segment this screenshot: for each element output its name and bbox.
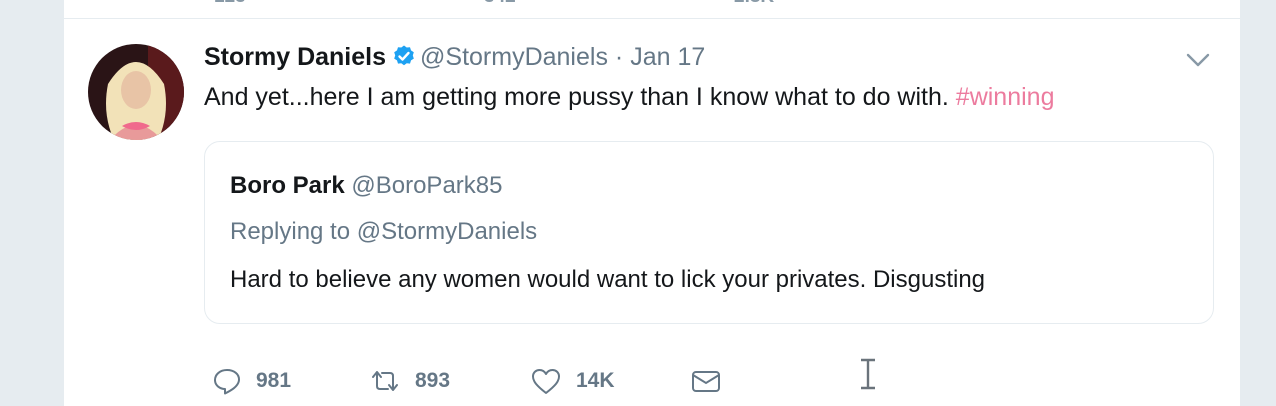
previous-reply-count[interactable]: 123 bbox=[214, 0, 246, 8]
retweet-icon bbox=[369, 366, 401, 396]
reply-icon bbox=[212, 366, 242, 396]
tweet-feed: 123 342 2.8K Stormy Daniels @StormyDaniel… bbox=[64, 0, 1240, 406]
avatar-photo bbox=[88, 44, 184, 140]
tweet-actions: 981 893 14K bbox=[212, 366, 912, 402]
reply-count: 981 bbox=[256, 369, 292, 392]
author-handle[interactable]: @StormyDaniels bbox=[420, 43, 608, 71]
author-name[interactable]: Stormy Daniels bbox=[204, 43, 386, 71]
retweet-count: 893 bbox=[415, 369, 451, 392]
message-icon bbox=[690, 366, 722, 396]
like-count: 14K bbox=[576, 369, 615, 392]
direct-message-button[interactable] bbox=[690, 366, 722, 396]
tweet-date[interactable]: Jan 17 bbox=[630, 43, 705, 71]
chevron-down-icon[interactable] bbox=[1184, 46, 1212, 79]
retweet-button[interactable]: 893 bbox=[369, 366, 450, 396]
avatar[interactable] bbox=[88, 44, 184, 140]
previous-retweet-count[interactable]: 342 bbox=[484, 0, 516, 8]
quoted-author-handle: @BoroPark85 bbox=[351, 172, 503, 199]
tweet-body: And yet...here I am getting more pussy t… bbox=[204, 83, 949, 111]
quoted-replying-to: Replying to @StormyDaniels bbox=[230, 218, 538, 245]
reply-button[interactable]: 981 bbox=[212, 366, 291, 396]
hashtag-link[interactable]: #winning bbox=[956, 83, 1055, 111]
like-button[interactable]: 14K bbox=[530, 366, 615, 396]
header-separator: · bbox=[614, 43, 624, 71]
tweet-header: Stormy Daniels @StormyDaniels · Jan 17 bbox=[204, 40, 705, 77]
tweet-text: And yet...here I am getting more pussy t… bbox=[204, 80, 1054, 114]
quoted-text: Hard to believe any women would want to … bbox=[230, 266, 986, 293]
text-cursor-icon bbox=[856, 356, 880, 397]
tweet-divider bbox=[64, 18, 1240, 19]
verified-badge-icon bbox=[392, 43, 416, 77]
like-icon bbox=[530, 366, 562, 396]
previous-like-count[interactable]: 2.8K bbox=[734, 0, 774, 8]
quoted-author-name: Boro Park bbox=[230, 172, 345, 199]
quoted-tweet[interactable]: Boro Park @BoroPark85 Replying to @Storm… bbox=[204, 141, 1214, 324]
quoted-header: Boro Park @BoroPark85 bbox=[230, 172, 502, 200]
